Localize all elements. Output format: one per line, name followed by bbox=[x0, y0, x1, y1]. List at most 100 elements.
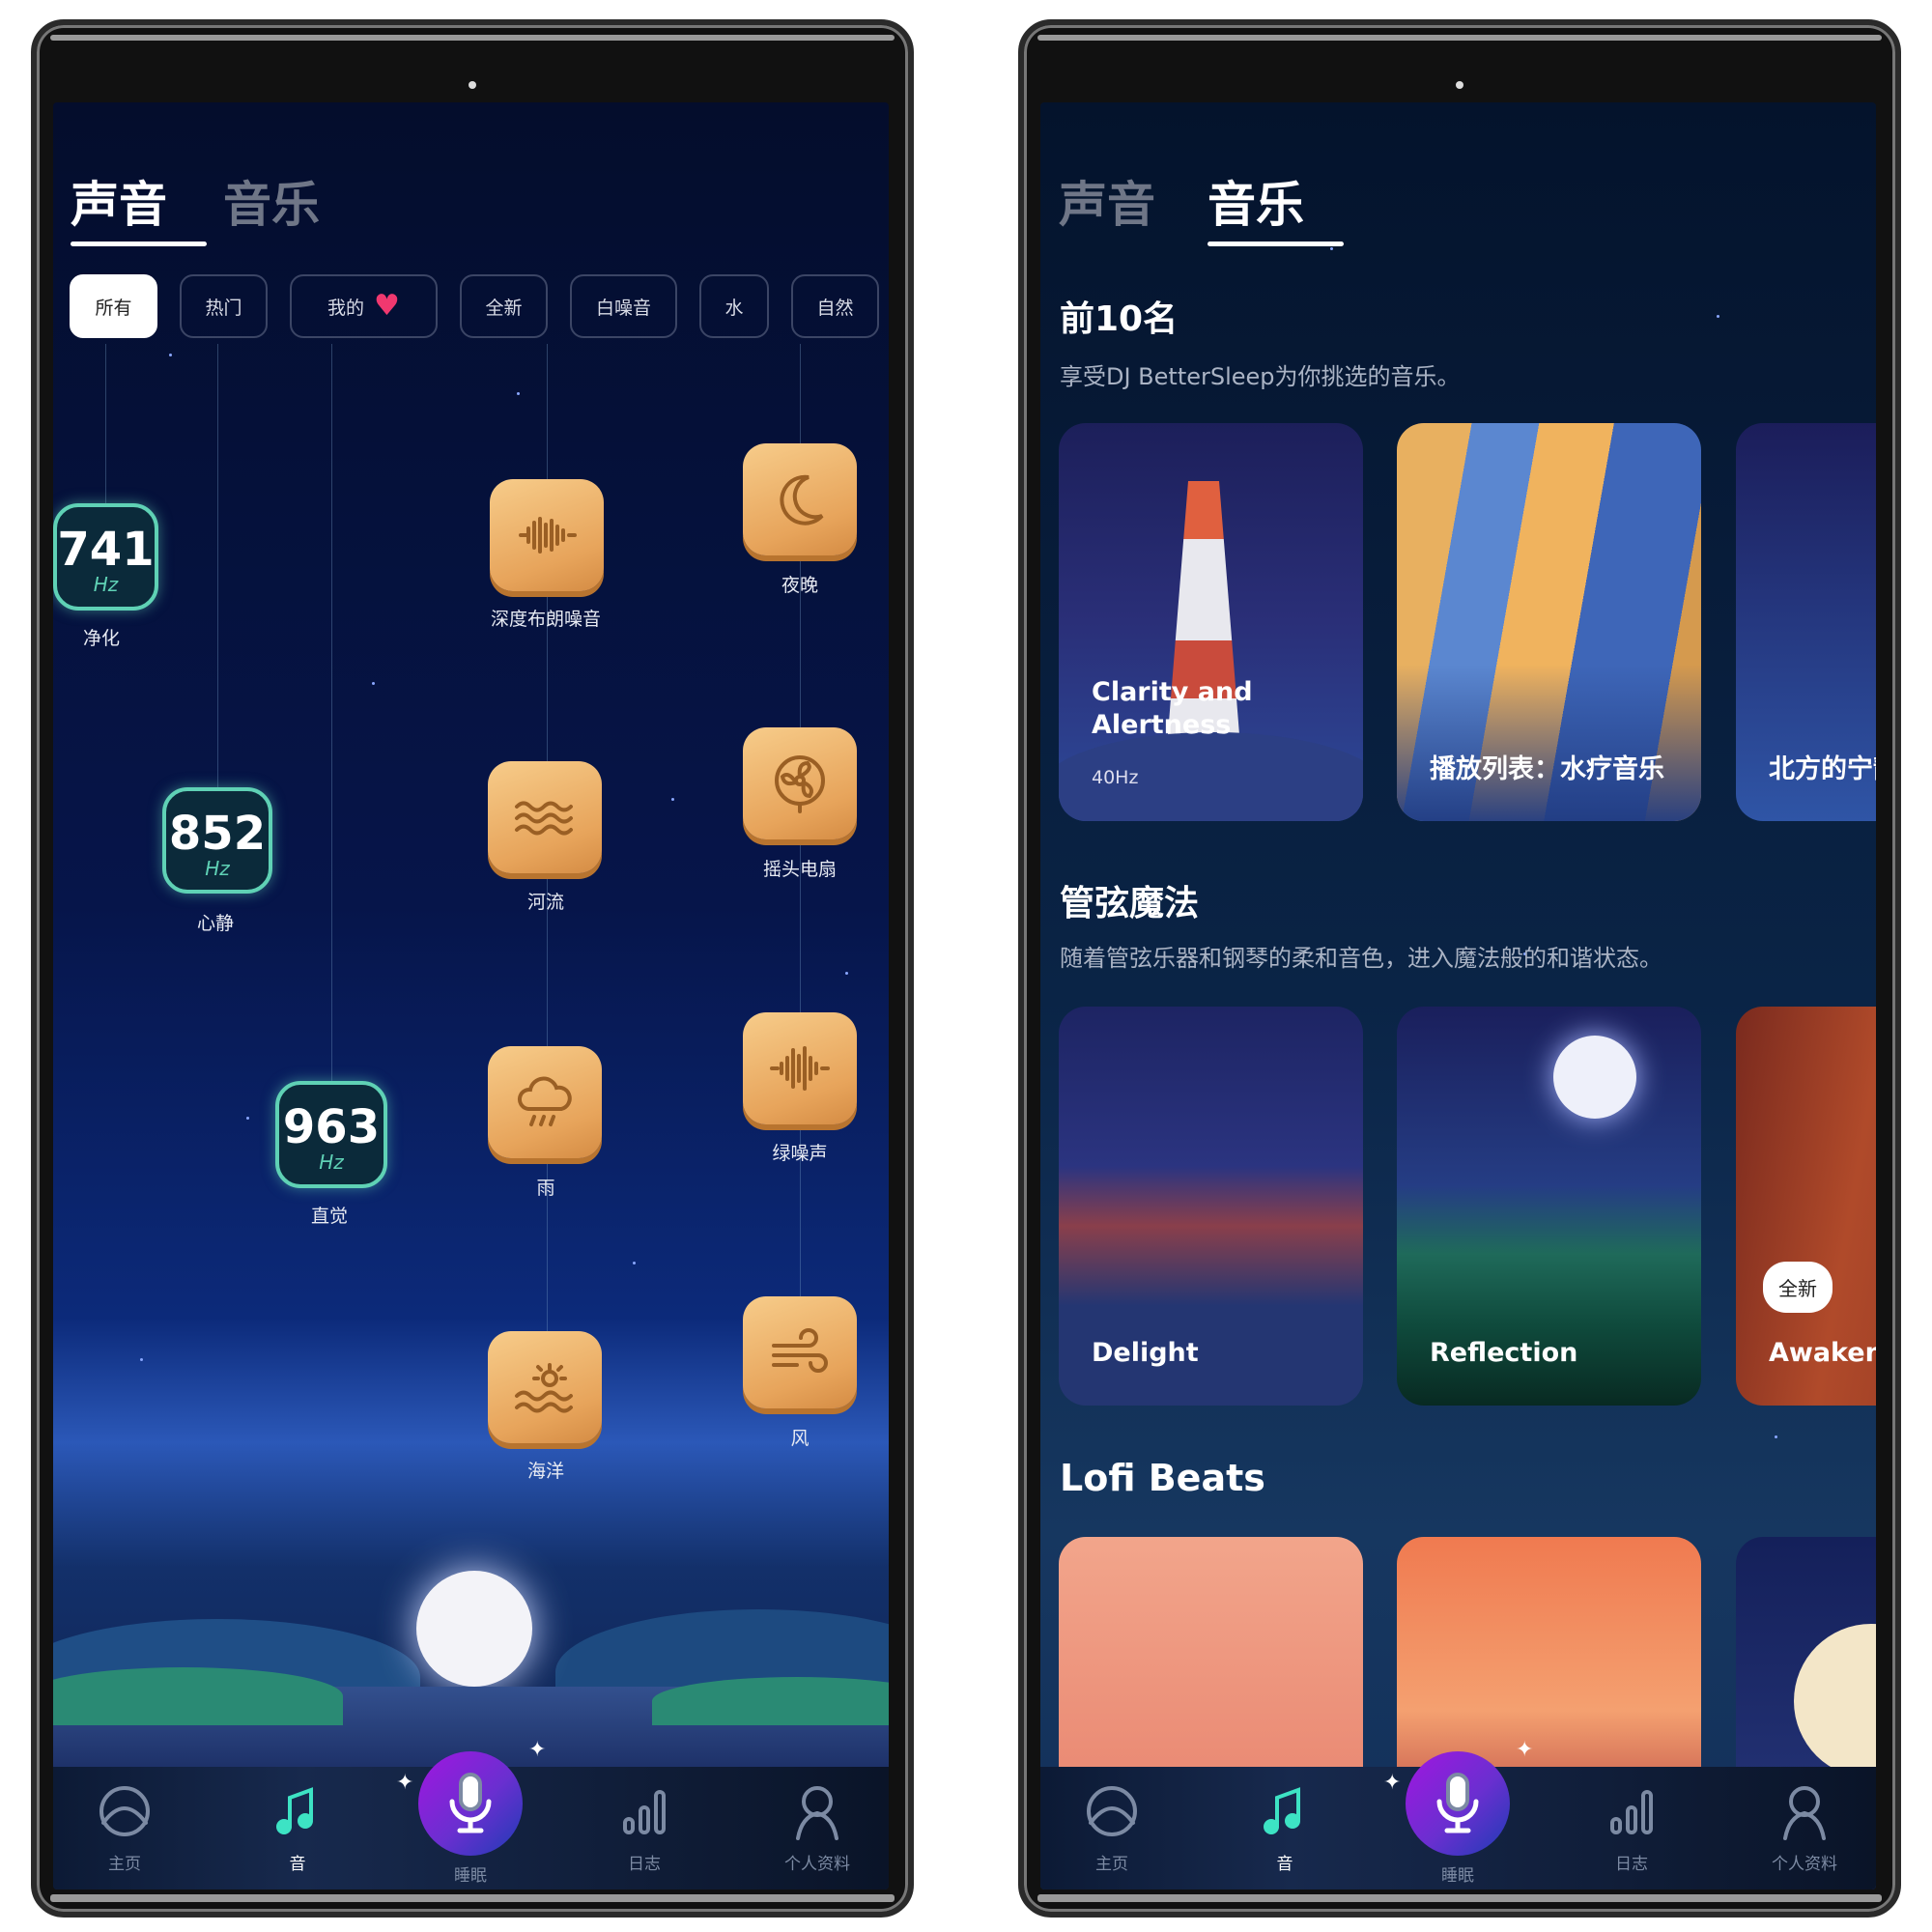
bottom-nav: 主页 音 睡眠 日志 个人资料 ✦ ✦ bbox=[53, 1738, 889, 1889]
filter-popular[interactable]: 热门 bbox=[180, 274, 268, 338]
nav-sleep[interactable]: 睡眠 bbox=[1400, 1751, 1516, 1886]
sound-rain[interactable] bbox=[488, 1046, 602, 1158]
filter-white-noise[interactable]: 白噪音 bbox=[570, 274, 677, 338]
filter-new[interactable]: 全新 bbox=[460, 274, 548, 338]
nav-journal[interactable]: 日志 bbox=[586, 1782, 702, 1874]
frequency-963-button[interactable]: 963 Hz bbox=[275, 1081, 387, 1188]
nav-sounds[interactable]: 音 bbox=[1227, 1782, 1343, 1874]
music-card-delight[interactable]: Delight bbox=[1059, 1007, 1363, 1406]
sound-deep-brown-noise[interactable] bbox=[490, 479, 604, 591]
nav-label: 睡眠 bbox=[1441, 1866, 1474, 1886]
grass-right bbox=[652, 1677, 889, 1725]
music-card-reflection[interactable]: Reflection bbox=[1397, 1007, 1701, 1406]
sound-label: 风 bbox=[790, 1428, 810, 1449]
card-title: Delight bbox=[1092, 1338, 1199, 1368]
sleep-record-button[interactable] bbox=[1406, 1751, 1510, 1856]
new-badge: 全新 bbox=[1763, 1262, 1833, 1313]
nav-profile[interactable]: 个人资料 bbox=[1747, 1782, 1862, 1874]
section-title: 前10名 bbox=[1060, 299, 1179, 339]
bar-chart-icon bbox=[623, 1790, 666, 1834]
hanging-thread bbox=[331, 344, 332, 1081]
sound-river[interactable] bbox=[488, 761, 602, 873]
filter-nature[interactable]: 自然 bbox=[791, 274, 879, 338]
moon-icon bbox=[780, 474, 824, 526]
sound-wind[interactable] bbox=[743, 1296, 857, 1408]
frequency-852-button[interactable]: 852 Hz bbox=[162, 787, 272, 894]
nav-label: 睡眠 bbox=[454, 1866, 487, 1886]
filter-water[interactable]: 水 bbox=[699, 274, 769, 338]
sound-wave-icon bbox=[519, 517, 577, 554]
home-icon bbox=[99, 1786, 150, 1836]
nav-home[interactable]: 主页 bbox=[67, 1782, 183, 1874]
phone-frame-top bbox=[1037, 35, 1882, 41]
phone-music-screen: 声音 音乐 前10名 享受DJ BetterSleep为你挑选的音乐。 Clar… bbox=[1018, 19, 1901, 1918]
frequency-value: 963 bbox=[282, 1100, 381, 1154]
sound-night[interactable] bbox=[743, 443, 857, 555]
nav-sleep[interactable]: 睡眠 bbox=[412, 1751, 528, 1886]
ocean-sun-icon bbox=[515, 1363, 573, 1413]
waves-icon bbox=[515, 801, 573, 836]
nav-label: 音 bbox=[1276, 1855, 1293, 1874]
nav-profile[interactable]: 个人资料 bbox=[759, 1782, 875, 1874]
filter-label: 白噪音 bbox=[595, 297, 651, 319]
phone-frame-bottom bbox=[50, 1894, 895, 1902]
moon-illustration bbox=[1794, 1624, 1876, 1778]
card-shade bbox=[1397, 665, 1701, 821]
sparkle-icon: ✦ bbox=[1383, 1771, 1402, 1795]
nav-journal[interactable]: 日志 bbox=[1574, 1782, 1690, 1874]
sound-label: 海洋 bbox=[526, 1461, 565, 1482]
moon-illustration bbox=[1553, 1036, 1636, 1119]
sleep-record-button[interactable] bbox=[418, 1751, 523, 1856]
filter-label: 我的 bbox=[327, 297, 365, 319]
front-camera bbox=[1456, 81, 1463, 89]
card-title: Awaken bbox=[1769, 1338, 1876, 1368]
section-title: Lofi Beats bbox=[1060, 1457, 1265, 1499]
wind-icon bbox=[772, 1328, 828, 1373]
frequency-label: 心静 bbox=[196, 913, 235, 934]
music-card-northern-calm[interactable]: 北方的宁静 bbox=[1736, 423, 1876, 821]
rain-cloud-icon bbox=[518, 1076, 572, 1126]
nav-label: 日志 bbox=[628, 1855, 661, 1874]
sound-oscillating-fan[interactable] bbox=[743, 727, 857, 839]
section-subtitle: 随着管弦乐器和钢琴的柔和音色，进入魔法般的和谐状态。 bbox=[1060, 945, 1662, 972]
sound-label: 雨 bbox=[536, 1178, 555, 1199]
sound-ocean[interactable] bbox=[488, 1331, 602, 1443]
tab-music[interactable]: 音乐 bbox=[223, 166, 320, 236]
filter-label: 热门 bbox=[205, 297, 242, 319]
music-card-clarity[interactable]: Clarity and Alertness 40Hz bbox=[1059, 423, 1363, 821]
sound-label: 深度布朗噪音 bbox=[490, 609, 602, 630]
nav-label: 主页 bbox=[1095, 1855, 1128, 1874]
phone-sounds-screen: 声音 音乐 所有 热门 我的 ♥ 全新 白噪音 水 自然 741 Hz 净化 852… bbox=[31, 19, 914, 1918]
frequency-741-button[interactable]: 741 Hz bbox=[53, 503, 158, 611]
filter-label: 水 bbox=[724, 297, 744, 319]
sound-label: 河流 bbox=[526, 892, 565, 913]
nav-label: 个人资料 bbox=[1772, 1855, 1837, 1874]
music-screen: 声音 音乐 前10名 享受DJ BetterSleep为你挑选的音乐。 Clar… bbox=[1040, 102, 1876, 1889]
moon-illustration bbox=[416, 1571, 532, 1687]
filter-mine[interactable]: 我的 ♥ bbox=[290, 274, 438, 338]
grass-left bbox=[53, 1667, 343, 1725]
profile-icon bbox=[796, 1786, 838, 1840]
frequency-value: 741 bbox=[57, 523, 155, 577]
sound-green-noise[interactable] bbox=[743, 1012, 857, 1124]
tab-music[interactable]: 音乐 bbox=[1208, 166, 1304, 236]
section-title: 管弦魔法 bbox=[1060, 884, 1200, 923]
nav-label: 主页 bbox=[108, 1855, 141, 1874]
tab-sounds[interactable]: 声音 bbox=[1059, 166, 1155, 236]
home-icon bbox=[1087, 1786, 1137, 1836]
bottom-nav: 主页 音 睡眠 日志 个人资料 ✦ ✦ bbox=[1040, 1738, 1876, 1889]
noise-wave-icon bbox=[770, 1046, 830, 1091]
filter-label: 自然 bbox=[816, 297, 854, 319]
sparkle-icon: ✦ bbox=[528, 1738, 547, 1762]
filter-all[interactable]: 所有 bbox=[70, 274, 157, 338]
microphone-icon bbox=[449, 1773, 492, 1833]
tab-sounds[interactable]: 声音 bbox=[71, 166, 167, 236]
nav-home[interactable]: 主页 bbox=[1054, 1782, 1170, 1874]
music-card-awaken[interactable]: 全新 Awaken bbox=[1736, 1007, 1876, 1406]
nav-label: 日志 bbox=[1615, 1855, 1648, 1874]
nav-sounds[interactable]: 音 bbox=[240, 1782, 355, 1874]
filter-label: 所有 bbox=[95, 297, 132, 319]
nav-label: 个人资料 bbox=[784, 1855, 850, 1874]
music-card-spa-playlist[interactable]: 播放列表：水疗音乐 bbox=[1397, 423, 1701, 821]
sound-label: 绿噪声 bbox=[772, 1143, 828, 1164]
